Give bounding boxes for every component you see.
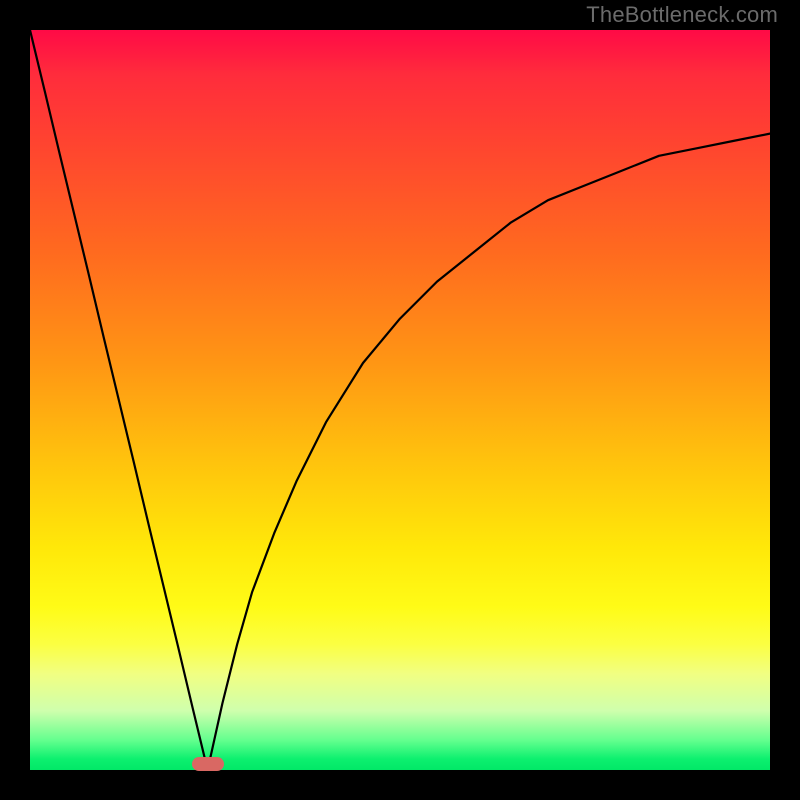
curve-path <box>30 30 770 770</box>
chart-container: TheBottleneck.com <box>0 0 800 800</box>
watermark-text: TheBottleneck.com <box>586 2 778 28</box>
optimal-marker <box>192 757 224 771</box>
bottleneck-curve <box>30 30 770 770</box>
plot-area <box>30 30 770 770</box>
